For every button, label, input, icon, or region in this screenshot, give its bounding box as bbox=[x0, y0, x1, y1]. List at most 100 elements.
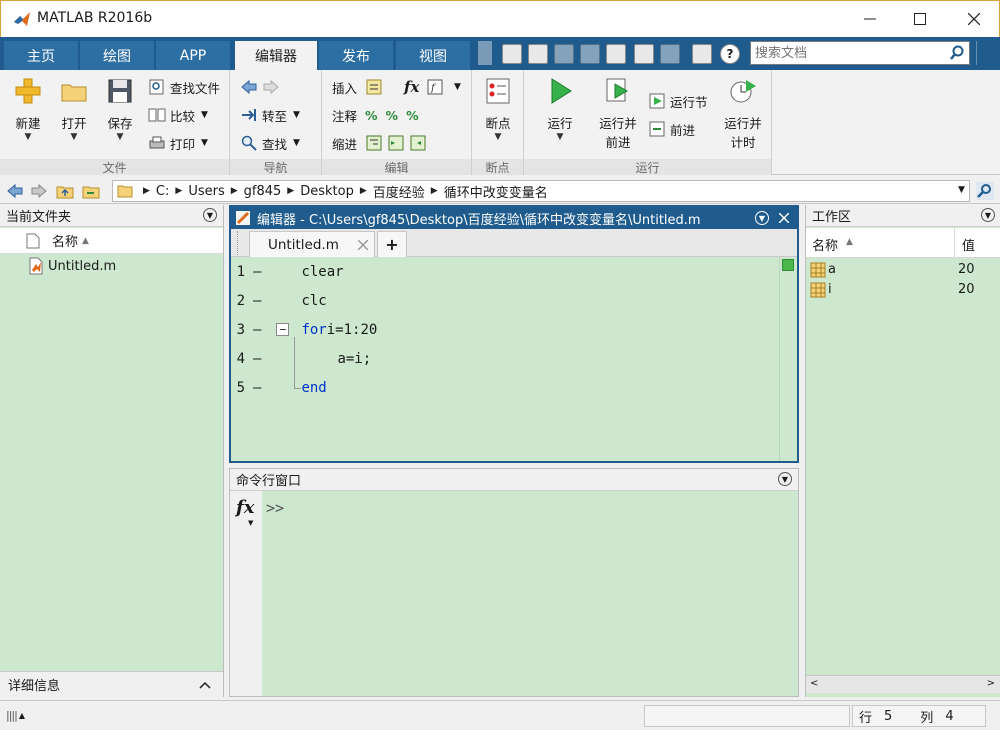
comment-button[interactable]: 注释 % % % bbox=[332, 104, 419, 126]
tab-plots[interactable]: 绘图 bbox=[80, 41, 154, 70]
insert-fn-dropdown[interactable]: f ▼ bbox=[426, 76, 461, 98]
maximize-button[interactable] bbox=[897, 1, 943, 37]
goto-button[interactable]: 转至 ▼ bbox=[240, 104, 300, 126]
chevron-down-icon: ▼ bbox=[24, 132, 32, 142]
crumb-c-drive[interactable]: C: bbox=[152, 184, 173, 199]
edit-group-label: 编辑 bbox=[322, 159, 471, 175]
close-icon[interactable] bbox=[779, 213, 789, 223]
smart-indent-icon bbox=[366, 135, 382, 151]
list-item[interactable]: Untitled.m bbox=[0, 255, 223, 277]
name-column-header[interactable]: 名称 bbox=[812, 235, 838, 254]
breakpoint-dash[interactable]: – bbox=[253, 293, 261, 309]
find-button[interactable]: 查找 ▼ bbox=[240, 132, 300, 154]
print-button[interactable]: 打印 ▼ bbox=[148, 132, 208, 154]
tab-view[interactable]: 视图 bbox=[396, 41, 470, 70]
column-divider[interactable] bbox=[954, 228, 955, 258]
new-shortcut-icon[interactable] bbox=[502, 44, 522, 64]
command-window-panel: 命令行窗口 ▼ fx ▼ >> bbox=[229, 468, 799, 697]
search-input[interactable] bbox=[751, 42, 941, 64]
breakpoint-dash[interactable]: – bbox=[253, 264, 261, 280]
horizontal-scrollbar[interactable]: < > bbox=[806, 675, 1000, 693]
decrease-indent-icon[interactable] bbox=[409, 134, 427, 152]
advance-button[interactable]: 前进 bbox=[648, 118, 695, 140]
breakpoint-dash[interactable]: – bbox=[253, 322, 261, 338]
back-arrow-icon[interactable] bbox=[6, 182, 24, 200]
table-row[interactable]: i 20 bbox=[806, 280, 1000, 300]
cut-icon[interactable] bbox=[554, 44, 574, 64]
scroll-right-icon[interactable]: > bbox=[987, 678, 995, 689]
run-section-button[interactable]: 运行节 bbox=[648, 90, 708, 112]
status-message-area bbox=[644, 705, 850, 727]
indent-button[interactable]: 缩进 bbox=[332, 132, 431, 154]
compare-button[interactable]: 比较 ▼ bbox=[148, 104, 208, 126]
details-panel-bar[interactable]: 详细信息 bbox=[0, 671, 223, 697]
name-column-header[interactable]: 名称 bbox=[52, 231, 78, 250]
crumb-baidu[interactable]: 百度经验 bbox=[369, 182, 429, 201]
save-button[interactable]: 保存 ▼ bbox=[96, 76, 144, 142]
search-icon[interactable] bbox=[949, 45, 965, 61]
minimize-button[interactable] bbox=[847, 1, 893, 37]
path-history-dropdown[interactable]: ▼ bbox=[958, 185, 965, 195]
back-forward-buttons[interactable] bbox=[240, 76, 284, 98]
editor-menu-icon[interactable]: ▼ bbox=[755, 211, 769, 225]
chevron-up-icon bbox=[199, 681, 211, 689]
tab-publish[interactable]: 发布 bbox=[319, 41, 393, 70]
insert-button[interactable]: 插入 bbox=[332, 76, 387, 98]
forward-arrow-icon[interactable] bbox=[30, 182, 48, 200]
close-tab-icon[interactable] bbox=[358, 240, 368, 250]
file-group-label: 文件 bbox=[0, 159, 229, 175]
up-folder-icon[interactable] bbox=[56, 182, 74, 200]
new-button[interactable]: 新建 ▼ bbox=[4, 76, 52, 142]
increase-indent-icon[interactable] bbox=[387, 134, 405, 152]
editor-scrollbar[interactable] bbox=[779, 257, 797, 461]
panel-menu-icon[interactable]: ▼ bbox=[778, 472, 792, 486]
breakpoint-dash[interactable]: – bbox=[253, 351, 261, 367]
redo-icon[interactable] bbox=[660, 44, 680, 64]
crumb-users[interactable]: Users bbox=[184, 184, 228, 199]
value-column-header[interactable]: 值 bbox=[962, 235, 975, 254]
open-button[interactable]: 打开 ▼ bbox=[50, 76, 98, 142]
file-list-header[interactable]: 名称 ▲ bbox=[0, 228, 223, 254]
magnifier-icon bbox=[241, 135, 257, 151]
command-prompt[interactable]: >> bbox=[266, 499, 284, 517]
run-and-advance-button[interactable]: 运行并 前进 bbox=[592, 76, 644, 151]
undo-icon[interactable] bbox=[634, 44, 654, 64]
save-quick-icon[interactable] bbox=[528, 44, 548, 64]
browse-folder-icon[interactable] bbox=[82, 182, 100, 200]
wrap-comment-icon[interactable]: % bbox=[406, 108, 419, 123]
run-and-time-button[interactable]: 运行并 计时 bbox=[718, 76, 768, 151]
function-browser-icon[interactable]: fx bbox=[236, 497, 254, 518]
chevron-right-icon: ▶ bbox=[230, 186, 238, 196]
insert-function-button[interactable]: fx bbox=[404, 76, 419, 98]
crumb-folder[interactable]: 循环中改变变量名 bbox=[440, 182, 552, 201]
uncomment-icon[interactable]: % bbox=[386, 108, 399, 123]
scroll-left-icon[interactable]: < bbox=[810, 678, 818, 689]
search-folder-icon[interactable] bbox=[976, 182, 994, 200]
file-group: 新建 ▼ 打开 ▼ 保存 ▼ 查找文件 比较 ▼ 打印 ▼ 文件 bbox=[0, 70, 230, 175]
paste-icon[interactable] bbox=[606, 44, 626, 64]
tab-untitled[interactable]: Untitled.m bbox=[249, 231, 375, 257]
crumb-user[interactable]: gf845 bbox=[240, 184, 286, 199]
switch-windows-icon[interactable] bbox=[692, 44, 712, 64]
tab-apps[interactable]: APP bbox=[156, 41, 230, 70]
help-icon[interactable]: ? bbox=[720, 44, 740, 64]
search-documentation[interactable] bbox=[750, 41, 970, 65]
current-path[interactable]: ▶ C: ▶ Users ▶ gf845 ▶ Desktop ▶ 百度经验 ▶ … bbox=[112, 180, 970, 202]
crumb-desktop[interactable]: Desktop bbox=[296, 184, 358, 199]
panel-menu-icon[interactable]: ▼ bbox=[981, 208, 995, 222]
toolstrip-collapse[interactable] bbox=[976, 41, 990, 65]
tab-home[interactable]: 主页 bbox=[4, 41, 78, 70]
close-button[interactable] bbox=[951, 1, 997, 37]
new-tab-button[interactable]: + bbox=[377, 231, 407, 257]
tab-editor[interactable]: 编辑器 bbox=[235, 41, 317, 70]
run-button[interactable]: 运行 ▼ bbox=[536, 76, 584, 142]
copy-icon[interactable] bbox=[580, 44, 600, 64]
status-menu[interactable]: |||| ▲ bbox=[6, 707, 34, 723]
fold-minus-icon[interactable]: − bbox=[276, 323, 290, 336]
panel-menu-icon[interactable]: ▼ bbox=[203, 208, 217, 222]
table-row[interactable]: a 20 bbox=[806, 260, 1000, 280]
breakpoint-dash[interactable]: – bbox=[253, 380, 261, 396]
code-analyzer-ok-indicator[interactable] bbox=[782, 259, 794, 271]
breakpoints-button[interactable]: 断点 ▼ bbox=[474, 76, 522, 142]
find-files-button[interactable]: 查找文件 bbox=[148, 76, 220, 98]
